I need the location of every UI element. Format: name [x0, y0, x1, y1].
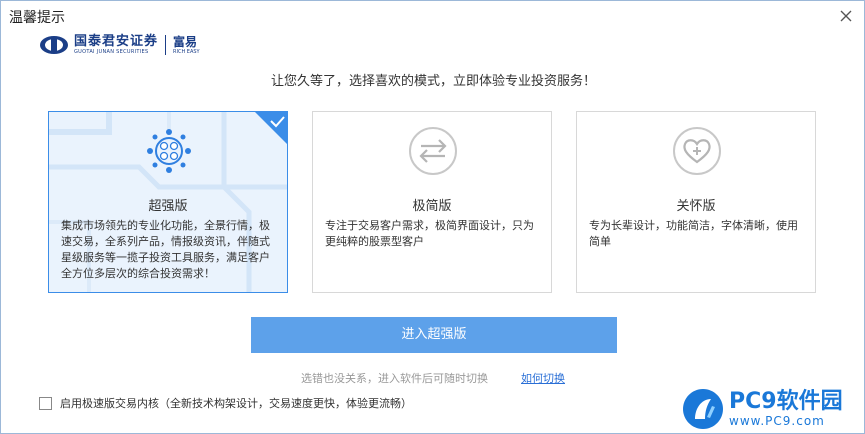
mode-card-simple[interactable]: 极简版 专注于交易客户需求，极简界面设计，只为更纯粹的股票型客户: [312, 111, 552, 293]
how-to-switch-link[interactable]: 如何切换: [521, 370, 565, 386]
window-title: 温馨提示: [9, 10, 65, 26]
fast-kernel-label: 启用极速版交易内核（全新技术构架设计，交易速度更快，体验更流畅）: [60, 397, 412, 410]
fast-kernel-option[interactable]: 启用极速版交易内核（全新技术构架设计，交易速度更快，体验更流畅）: [39, 395, 412, 411]
heart-plus-icon: [673, 127, 721, 175]
title-bar[interactable]: 温馨提示: [1, 1, 864, 31]
brand-mark-icon: [40, 36, 68, 54]
mode-name: 关怀版: [676, 199, 716, 214]
logo-divider: [165, 35, 167, 55]
enter-mode-button[interactable]: 进入超强版: [251, 317, 617, 353]
brand-name-cn: 国泰君安证券: [74, 33, 159, 49]
mode-description: 专为长辈设计，功能简洁，字体清晰，使用简单: [589, 219, 798, 248]
switch-hint: 选错也没关系，进入软件后可随时切换: [301, 372, 488, 385]
watermark-url: www.PC9.com: [729, 414, 825, 428]
mode-name: 极简版: [412, 199, 452, 214]
mode-card-care[interactable]: 关怀版 专为长辈设计，功能简洁，字体清晰，使用简单: [576, 111, 816, 293]
watermark: PC9软件园 www.PC9.com: [681, 386, 861, 432]
swap-arrows-icon: [409, 127, 457, 175]
mode-description: 集成市场领先的专业化功能，全景行情，极速交易，全系列产品，情报级资讯，伴随式星级…: [61, 219, 270, 280]
headline: 让您久等了，选择喜欢的模式，立即体验专业投资服务！: [270, 74, 596, 89]
fast-kernel-checkbox[interactable]: [39, 396, 52, 410]
close-button[interactable]: [836, 6, 856, 26]
product-name-cn: 富易: [173, 34, 198, 49]
selected-check-icon: [255, 112, 287, 144]
brand-logo: 国泰君安证券 GUOTAI JUNAN SECURITIES 富易 RICH E…: [39, 33, 200, 57]
mode-description: 专注于交易客户需求，极简界面设计，只为更纯粹的股票型客户: [325, 219, 534, 248]
mode-card-super[interactable]: 超强版 集成市场领先的专业化功能，全景行情，极速交易，全系列产品，情报级资讯，伴…: [48, 111, 288, 293]
brand-name-en: GUOTAI JUNAN SECURITIES: [74, 48, 149, 55]
network-icon: [147, 129, 191, 173]
product-name-en: RICH EASY: [173, 48, 200, 55]
pc9-logo-icon: [683, 389, 723, 429]
mode-name: 超强版: [148, 199, 188, 214]
close-icon: [840, 10, 852, 22]
dialog-window: 温馨提示 国泰君安证券 GUOTAI JUNAN SECURITIES 富易 R…: [0, 0, 865, 434]
watermark-title: PC9软件园: [729, 389, 843, 414]
